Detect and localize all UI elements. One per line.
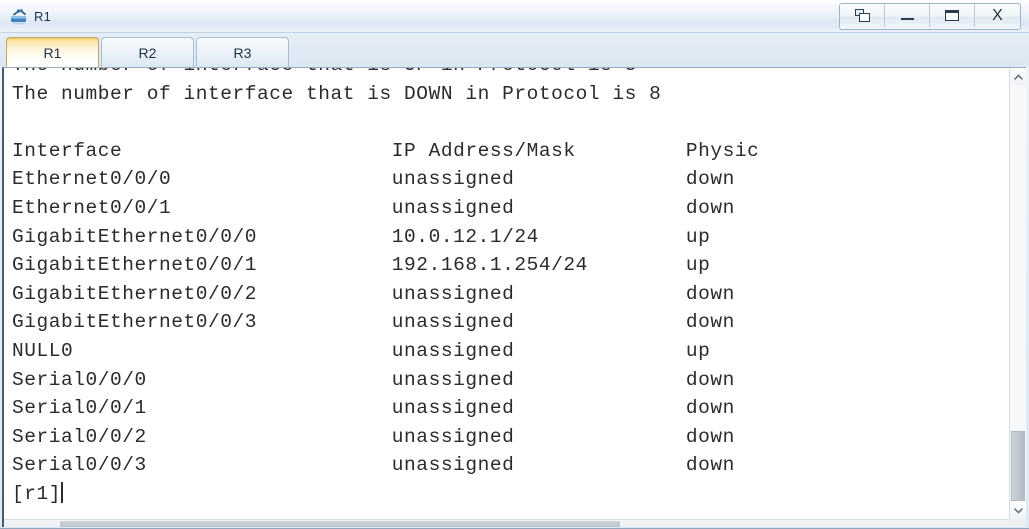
scroll-down-button[interactable] <box>1010 502 1026 519</box>
tab-r2-label: R2 <box>138 44 157 61</box>
maximize-button[interactable] <box>930 4 975 27</box>
chevron-down-icon <box>1013 507 1023 514</box>
router-cli-window: R1 X R1 R2 R3 The number of interface th… <box>0 0 1029 529</box>
vertical-scrollbar[interactable] <box>1009 68 1026 519</box>
maximize-icon <box>945 10 959 21</box>
tab-r1-label: R1 <box>43 44 62 61</box>
window-title: R1 <box>34 8 52 24</box>
close-icon: X <box>992 6 1003 24</box>
minimize-button[interactable] <box>885 4 930 27</box>
router-icon <box>9 7 29 26</box>
window-controls: X <box>839 3 1021 30</box>
tab-r3-label: R3 <box>233 44 252 61</box>
terminal-output-text: The number of interface that is UP in Pr… <box>12 68 760 505</box>
restore-icon <box>854 9 870 22</box>
terminal-output-area[interactable]: The number of interface that is UP in Pr… <box>4 68 1009 519</box>
restore-button[interactable] <box>840 4 885 27</box>
chevron-up-icon <box>1013 73 1023 80</box>
title-bar: R1 X <box>0 0 1029 33</box>
scrollbar-corner <box>1009 519 1026 527</box>
horizontal-scrollbar[interactable] <box>4 519 1009 527</box>
scroll-up-button[interactable] <box>1010 68 1026 85</box>
tab-strip: R1 R2 R3 <box>0 33 1029 67</box>
title-bar-left: R1 <box>0 0 51 32</box>
tab-r2[interactable]: R2 <box>101 37 194 67</box>
terminal-cursor <box>61 481 64 503</box>
close-button[interactable]: X <box>975 4 1020 27</box>
tab-r3[interactable]: R3 <box>196 37 289 67</box>
terminal-panel: The number of interface that is UP in Pr… <box>2 67 1026 527</box>
vertical-scrollbar-thumb[interactable] <box>1011 431 1025 501</box>
minimize-icon <box>900 18 914 20</box>
tab-r1[interactable]: R1 <box>6 37 99 67</box>
horizontal-scrollbar-thumb[interactable] <box>60 521 620 527</box>
